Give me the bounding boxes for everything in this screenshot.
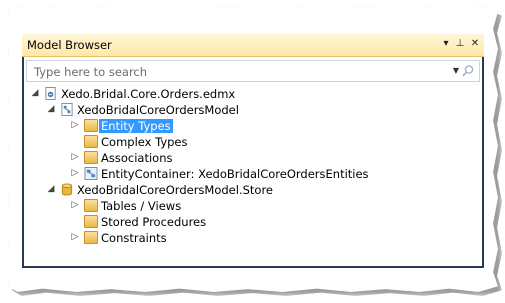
search-icon[interactable] bbox=[461, 64, 475, 78]
collapse-arrow-icon[interactable]: ◢ bbox=[30, 88, 40, 98]
panel-titlebar[interactable]: Model Browser ▾ ⊥ ✕ bbox=[22, 34, 484, 57]
search-dropdown-icon[interactable]: ▼ bbox=[453, 66, 459, 75]
expand-arrow-icon[interactable]: ▷ bbox=[70, 200, 80, 210]
panel-content: Type here to search ▼ ◢ Xedo.Bridal.Core… bbox=[24, 57, 482, 266]
expand-arrow-icon[interactable]: ▷ bbox=[70, 152, 80, 162]
panel-title: Model Browser bbox=[27, 38, 112, 52]
entity-container-icon bbox=[84, 167, 98, 180]
pin-icon[interactable]: ⊥ bbox=[454, 38, 466, 50]
tree-item-entity-types-label: Entity Types bbox=[99, 119, 173, 133]
folder-icon bbox=[84, 215, 98, 228]
tree-item-entity-container-label: EntityContainer: XedoBridalCoreOrdersEnt… bbox=[101, 167, 369, 181]
tree-item-model-label: XedoBridalCoreOrdersModel bbox=[77, 103, 239, 117]
tree-item-tables-views-label: Tables / Views bbox=[101, 199, 182, 213]
folder-icon bbox=[84, 199, 98, 212]
tree-item-root-label: Xedo.Bridal.Core.Orders.edmx bbox=[61, 87, 236, 101]
tree-item-complex-types-label: Complex Types bbox=[101, 135, 188, 149]
expand-arrow-icon[interactable]: ▷ bbox=[70, 232, 80, 242]
folder-icon bbox=[84, 151, 98, 164]
tree-item-stored-procedures-label: Stored Procedures bbox=[101, 215, 207, 229]
expand-arrow-icon[interactable]: ▷ bbox=[70, 120, 80, 130]
folder-icon bbox=[84, 119, 98, 132]
folder-icon bbox=[84, 231, 98, 244]
collapse-arrow-icon[interactable]: ◢ bbox=[46, 104, 56, 114]
model-icon bbox=[61, 103, 73, 116]
search-input[interactable]: Type here to search bbox=[34, 65, 147, 79]
model-browser-window: Model Browser ▾ ⊥ ✕ Type here to search … bbox=[22, 34, 484, 268]
collapse-arrow-icon[interactable]: ◢ bbox=[46, 184, 56, 194]
window-position-dropdown-icon[interactable]: ▾ bbox=[440, 38, 452, 50]
tree-item-store-label: XedoBridalCoreOrdersModel.Store bbox=[77, 183, 273, 197]
database-icon bbox=[61, 183, 73, 196]
tree-item-associations-label: Associations bbox=[101, 151, 173, 165]
tree-item-constraints-label: Constraints bbox=[101, 231, 167, 245]
edmx-file-icon bbox=[45, 87, 56, 100]
search-box[interactable]: Type here to search ▼ bbox=[26, 60, 480, 82]
expand-arrow-icon[interactable]: ▷ bbox=[70, 168, 80, 178]
folder-icon bbox=[84, 135, 98, 148]
close-icon[interactable]: ✕ bbox=[469, 38, 481, 50]
